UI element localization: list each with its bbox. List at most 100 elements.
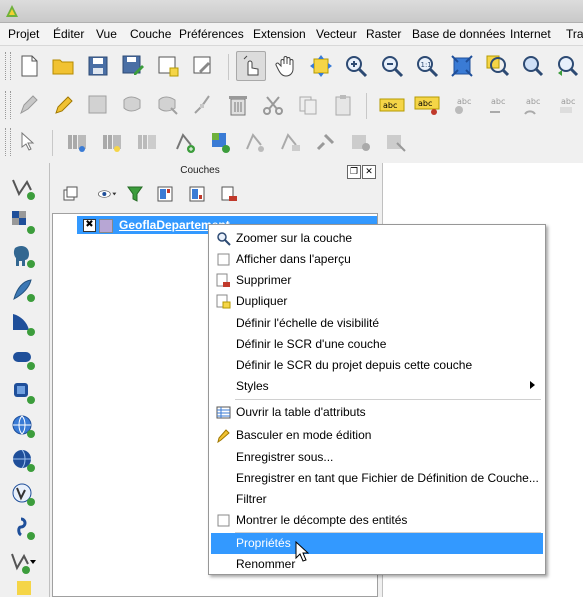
menu-item-remove[interactable]: Supprimer [211, 270, 543, 291]
menu-traitement[interactable]: Trai [566, 27, 583, 41]
pin-labels-button[interactable]: abc [412, 90, 442, 120]
add-raster-vtool-button[interactable] [6, 205, 40, 238]
menu-item-properties[interactable]: Propriétés [211, 533, 543, 554]
new-print-composer-button[interactable] [153, 51, 183, 81]
new-spatialite-vtool-button[interactable] [6, 580, 40, 597]
delete-selected-button[interactable] [223, 90, 253, 120]
add-wcs-vtool-button[interactable] [6, 443, 40, 476]
menu-couche[interactable]: Couche [130, 27, 171, 41]
collapse-all-button[interactable] [186, 183, 208, 205]
current-edits-button[interactable] [14, 90, 44, 120]
zoom-native-resolution-button[interactable]: 1:1 [412, 51, 442, 81]
plugin-db-button[interactable] [346, 127, 376, 157]
add-vector-vtool-button[interactable] [6, 171, 40, 204]
add-db2-vtool-button[interactable] [6, 375, 40, 408]
menu-item-rename[interactable]: Renommer [211, 554, 543, 575]
add-postgis-vtool-button[interactable] [6, 239, 40, 272]
add-delimited-text-vtool-button[interactable] [6, 511, 40, 544]
menu-vue[interactable]: Vue [96, 27, 117, 41]
add-raster-layer-button[interactable] [206, 127, 236, 157]
change-label-button[interactable]: abc [552, 90, 582, 120]
menu-projet[interactable]: Projet [8, 27, 39, 41]
add-wfs-vtool-button[interactable] [6, 477, 40, 510]
composer-manager-button[interactable] [188, 51, 218, 81]
add-spatialite-vtool-button[interactable] [6, 273, 40, 306]
move-feature-button[interactable] [153, 90, 183, 120]
zoom-to-selection-button[interactable] [482, 51, 512, 81]
zoom-in-button[interactable] [341, 51, 371, 81]
filter-legend-button[interactable] [124, 183, 146, 205]
menu-item-duplicate[interactable]: Dupliquer [211, 291, 543, 312]
add-mssql-vtool-button[interactable] [6, 307, 40, 340]
collapse-all-icon [189, 186, 205, 202]
new-shapefile-vtool-button[interactable] [6, 545, 40, 578]
new-project-button[interactable] [14, 51, 44, 81]
menu-item-zoom-to-layer[interactable]: Zoomer sur la couche [211, 228, 543, 249]
save-as-button[interactable] [118, 51, 148, 81]
rotate-label-button[interactable]: abc [517, 90, 547, 120]
add-wms-vtool-button[interactable] [6, 409, 40, 442]
menu-item-set-layer-crs[interactable]: Définir le SCR d'une couche [211, 334, 543, 355]
copy-features-button[interactable] [293, 90, 323, 120]
menu-item-set-scale-visibility[interactable]: Définir l'échelle de visibilité [211, 313, 543, 334]
zoom-full-button[interactable] [447, 51, 477, 81]
show-hide-labels-button[interactable]: abc [447, 90, 477, 120]
plugin-export-button[interactable] [381, 127, 411, 157]
menu-item-label: Définir le SCR d'une couche [236, 337, 387, 351]
db-manager-button[interactable] [62, 127, 92, 157]
cut-features-button[interactable] [258, 90, 288, 120]
zoom-last-button[interactable] [552, 51, 582, 81]
expand-all-button[interactable] [154, 183, 176, 205]
layer-visibility-checkbox[interactable]: ✖ [83, 219, 96, 232]
add-vector-layer-button[interactable] [171, 127, 201, 157]
menu-item-show-feature-count[interactable]: Montrer le décompte des entités [211, 510, 543, 531]
close-panel-button[interactable]: ✕ [362, 165, 376, 179]
add-oracle-vtool-button[interactable] [6, 341, 40, 374]
save-layer-edits-button[interactable] [83, 90, 113, 120]
db-settings-button[interactable] [97, 127, 127, 157]
checkbox-icon[interactable] [216, 513, 231, 528]
plugin-tool-button[interactable] [311, 127, 341, 157]
add-group-button[interactable] [60, 183, 82, 205]
menu-item-show-in-overview[interactable]: Afficher dans l'aperçu [211, 249, 543, 270]
float-panel-button[interactable]: ❐ [347, 165, 361, 179]
menu-preferences[interactable]: Préférences [179, 27, 244, 41]
add-spatialite-layer-button[interactable] [241, 127, 271, 157]
menu-item-styles[interactable]: Styles [211, 376, 543, 397]
save-project-button[interactable] [83, 51, 113, 81]
pan-to-selection-button[interactable] [306, 51, 336, 81]
manage-visibility-button[interactable] [92, 183, 122, 205]
menu-raster[interactable]: Raster [366, 27, 401, 41]
toolbar-grip[interactable] [5, 128, 11, 156]
add-feature-button[interactable] [118, 90, 148, 120]
touch-zoom-pan-button[interactable] [236, 51, 266, 81]
paste-features-button[interactable] [328, 90, 358, 120]
select-features-button[interactable] [14, 127, 44, 157]
menu-item-save-as[interactable]: Enregistrer sous... [211, 447, 543, 468]
open-project-button[interactable] [48, 51, 78, 81]
label-layer-settings-button[interactable]: abc [377, 90, 407, 120]
menu-vecteur[interactable]: Vecteur [316, 27, 357, 41]
menu-item-toggle-editing[interactable]: Basculer en mode édition [211, 425, 543, 446]
move-label-button[interactable]: abc [482, 90, 512, 120]
toolbar-grip[interactable] [5, 91, 11, 119]
toolbar-grip[interactable] [5, 52, 11, 80]
menu-editer[interactable]: Éditer [53, 27, 84, 41]
add-wms-layer-button[interactable] [276, 127, 306, 157]
toggle-editing-button[interactable] [48, 90, 78, 120]
menu-item-filter[interactable]: Filtrer [211, 489, 543, 510]
checkbox-icon[interactable] [216, 252, 231, 267]
remove-layer-button[interactable] [218, 183, 240, 205]
menu-internet[interactable]: Internet [510, 27, 551, 41]
menu-item-save-as-layer-definition[interactable]: Enregistrer en tant que Fichier de Défin… [211, 468, 543, 489]
pan-map-button[interactable] [272, 51, 302, 81]
zoom-out-button[interactable] [377, 51, 407, 81]
menu-item-set-project-crs[interactable]: Définir le SCR du projet depuis cette co… [211, 355, 543, 376]
select-icon [21, 131, 35, 151]
db-browser-button[interactable] [132, 127, 162, 157]
zoom-to-layer-button[interactable] [517, 51, 547, 81]
menu-item-open-attribute-table[interactable]: Ouvrir la table d'attributs [211, 402, 543, 423]
menu-extension[interactable]: Extension [253, 27, 306, 41]
menu-base-de-donnees[interactable]: Base de données [412, 27, 505, 41]
node-tool-button[interactable] [188, 90, 218, 120]
